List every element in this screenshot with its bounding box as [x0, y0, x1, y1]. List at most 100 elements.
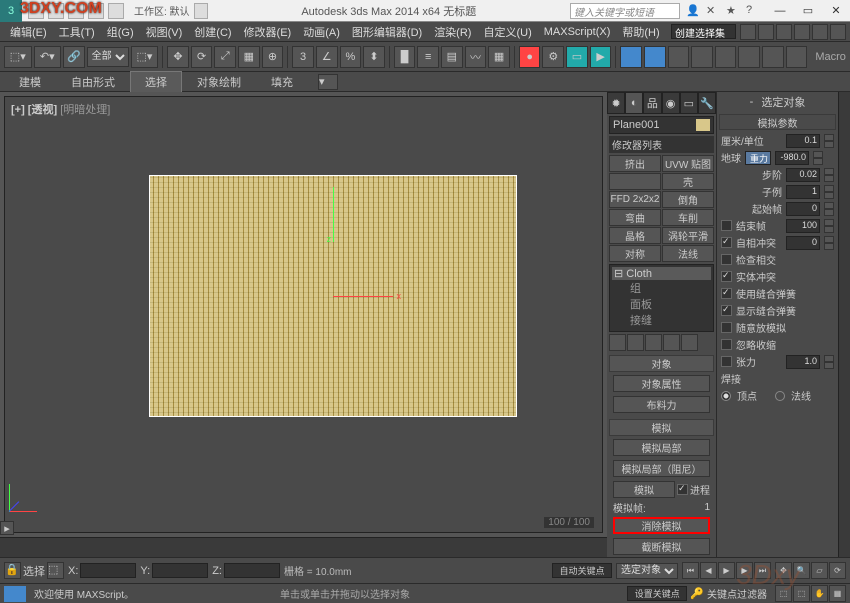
tb-pivot-icon[interactable]: ⊕ — [262, 46, 284, 68]
modifier-button[interactable]: 倒角 — [662, 191, 714, 208]
cmd-tab-display[interactable]: ▭ — [680, 92, 698, 114]
menu-icon-5[interactable] — [812, 24, 828, 40]
cmd-tab-create[interactable]: ✹ — [607, 92, 625, 114]
stack-pin-icon[interactable] — [609, 334, 626, 351]
rollout-object-header[interactable]: 对象 — [609, 355, 714, 372]
truncate-sim-button[interactable]: 截断模拟 — [613, 538, 710, 555]
object-properties-button[interactable]: 对象属性 — [613, 375, 710, 392]
modifier-button[interactable]: 法线 — [662, 245, 714, 262]
weld-vertex-radio[interactable] — [721, 391, 731, 401]
nav-zoom-icon[interactable]: 🔍 — [793, 562, 810, 579]
menu-icon-4[interactable] — [794, 24, 810, 40]
viewport-perspective[interactable]: [+] [透视] [明暗处理] 100 / 100 — [4, 96, 603, 533]
checkinter-checkbox[interactable] — [721, 254, 732, 265]
stack-unique-icon[interactable] — [645, 334, 662, 351]
object-color-swatch[interactable] — [696, 119, 710, 131]
gravity-value[interactable]: -980.0 — [775, 151, 809, 165]
tb-render-setup-icon[interactable]: ⚙ — [542, 46, 564, 68]
weld-normal-radio[interactable] — [775, 391, 785, 401]
nav-hand-icon[interactable]: ✋ — [811, 585, 828, 602]
autokey-button[interactable]: 自动关键点 — [552, 563, 612, 578]
play-button[interactable]: ▶ — [718, 562, 735, 579]
menu-item[interactable]: 创建(C) — [188, 22, 237, 42]
qat-redo-icon[interactable] — [108, 3, 124, 19]
time-slider[interactable] — [0, 537, 607, 557]
keyfilter-label[interactable]: 关键点过滤器 — [707, 586, 767, 601]
tb-coord-icon[interactable]: ▦ — [238, 46, 260, 68]
modifier-button[interactable]: FFD 2x2x2 — [609, 191, 661, 208]
subtab-dropdown[interactable]: ▾ — [318, 74, 338, 90]
stack-remove-icon[interactable] — [663, 334, 680, 351]
selection-set-input[interactable]: 创建选择集 — [671, 24, 736, 39]
tb-link-icon[interactable]: 🔗 — [63, 46, 85, 68]
menu-item[interactable]: 图形编辑器(D) — [346, 22, 428, 42]
goto-start-button[interactable]: ⏮ — [682, 562, 699, 579]
gizmo-z-axis[interactable] — [333, 187, 334, 242]
modifier-list-dropdown[interactable]: 修改器列表 — [609, 136, 714, 153]
showspring-checkbox[interactable] — [721, 305, 732, 316]
tb-select-mode[interactable]: ⬚▾ — [4, 46, 32, 68]
cloth-forces-button[interactable]: 布料力 — [613, 396, 710, 413]
help-search-input[interactable]: 键入关键字或短语 — [570, 3, 680, 19]
erase-sim-button[interactable]: 消除模拟 — [613, 517, 710, 534]
tb-selwin-icon[interactable]: ⬚▾ — [131, 46, 159, 68]
tb-layer-icon[interactable]: ▤ — [441, 46, 463, 68]
next-frame-button[interactable]: ▶ — [736, 562, 753, 579]
tb-rotate-icon[interactable]: ⟳ — [191, 46, 213, 68]
tb-x7-icon[interactable] — [762, 46, 784, 68]
nav-zoomext-icon[interactable]: ⬚ — [775, 585, 792, 602]
tb-angsnap-icon[interactable]: ∠ — [316, 46, 338, 68]
sub-value[interactable]: 1 — [786, 185, 820, 199]
tb-x2-icon[interactable] — [644, 46, 666, 68]
close-button[interactable]: ✕ — [822, 0, 850, 22]
menu-item[interactable]: 编辑(E) — [4, 22, 53, 42]
help-icon[interactable]: ? — [746, 4, 760, 18]
subtab-对象绘制[interactable]: 对象绘制 — [182, 71, 256, 93]
tb-rendered-frame-icon[interactable]: ▭ — [566, 46, 588, 68]
panel-scrollbar[interactable] — [838, 92, 850, 557]
menu-item[interactable]: 修改器(E) — [238, 22, 298, 42]
coord-z-field[interactable] — [224, 563, 280, 578]
tb-x5-icon[interactable] — [715, 46, 737, 68]
cmd-tab-motion[interactable]: ◉ — [662, 92, 680, 114]
stack-config-icon[interactable] — [681, 334, 698, 351]
sel-mode-icon[interactable]: ⬚ — [47, 562, 64, 579]
viewport-label[interactable]: [+] [透视] [明暗处理] — [11, 101, 110, 117]
minimize-button[interactable]: — — [766, 0, 794, 22]
menu-item[interactable]: 帮助(H) — [616, 22, 665, 42]
modifier-button[interactable]: 晶格 — [609, 227, 661, 244]
cmd-tab-utilities[interactable]: 🔧 — [698, 92, 716, 114]
nav-fov-icon[interactable]: ▱ — [811, 562, 828, 579]
modifier-stack[interactable]: ⊟ Cloth组面板接缝面Plane — [609, 264, 714, 332]
tb-matl-icon[interactable]: ● — [519, 46, 541, 68]
keymode-select[interactable]: 选定对象 — [616, 563, 678, 579]
viewport-expand-button[interactable]: ▸ — [0, 521, 14, 535]
modifier-button[interactable]: UVW 贴图 — [662, 155, 714, 172]
endframe-checkbox[interactable] — [721, 220, 732, 231]
sim-local-button[interactable]: 模拟局部 — [613, 439, 710, 456]
stack-item[interactable]: 组 — [612, 280, 711, 296]
tb-snap-icon[interactable]: 3 — [292, 46, 314, 68]
tb-align-icon[interactable]: ≡ — [417, 46, 439, 68]
simulate-button[interactable]: 模拟 — [613, 481, 675, 498]
modifier-button[interactable] — [609, 173, 661, 190]
step-value[interactable]: 0.02 — [786, 168, 820, 182]
tb-curve-icon[interactable]: 〰 — [465, 46, 487, 68]
unit-value[interactable]: 0.1 — [786, 134, 820, 148]
stack-item[interactable]: 接缝 — [612, 312, 711, 328]
tension-value[interactable]: 1.0 — [786, 355, 820, 369]
signin-icon[interactable]: 👤 — [686, 4, 700, 18]
stack-item[interactable]: 面板 — [612, 296, 711, 312]
scene-plane-object[interactable] — [149, 175, 517, 417]
tb-filter-select[interactable]: 全部 — [87, 47, 129, 67]
tb-x8-icon[interactable] — [786, 46, 808, 68]
modifier-button[interactable]: 弯曲 — [609, 209, 661, 226]
start-spinner[interactable] — [824, 202, 834, 216]
object-name-field[interactable]: Plane001 — [609, 116, 714, 134]
menu-item[interactable]: 视图(V) — [140, 22, 189, 42]
menu-item[interactable]: 自定义(U) — [477, 22, 537, 42]
modifier-button[interactable]: 壳 — [662, 173, 714, 190]
nav-pan-icon[interactable]: ✥ — [775, 562, 792, 579]
menu-item[interactable]: 工具(T) — [53, 22, 101, 42]
qat-new-icon[interactable] — [28, 3, 44, 19]
